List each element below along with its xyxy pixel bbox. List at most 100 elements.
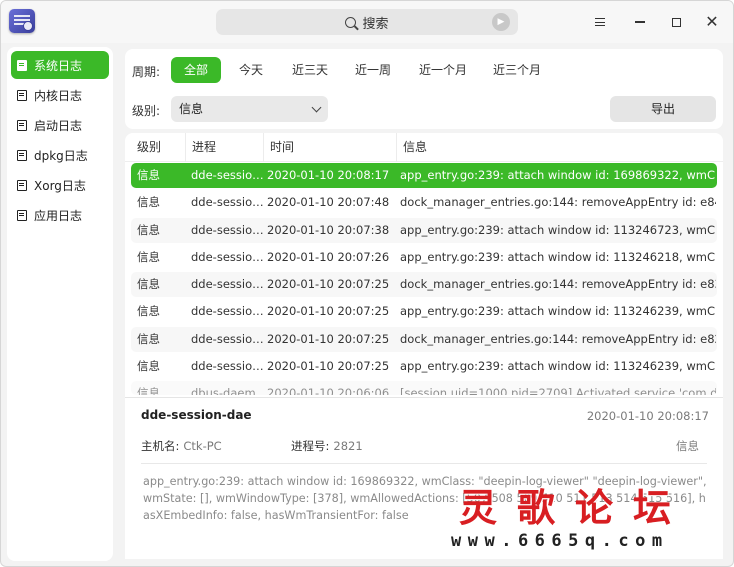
cell-process: dde-sessio…	[191, 222, 263, 237]
document-icon	[17, 119, 27, 131]
close-icon: ✕	[705, 12, 719, 31]
sidebar-item-app-log[interactable]: 应用日志	[11, 201, 109, 229]
cell-level: 信息	[137, 331, 160, 346]
cell-info: app_entry.go:239: attach window id: 1132…	[400, 359, 716, 374]
watermark-title: 灵歌论坛	[459, 485, 692, 530]
detail-level: 信息	[676, 439, 699, 453]
export-button[interactable]: 导出	[610, 96, 716, 122]
chevron-down-icon	[311, 102, 322, 113]
cell-info: [session uid=1000 pid=2709] Activated se…	[400, 386, 716, 396]
table-row[interactable]: 信息 dde-sessio… 2020-01-10 20:08:17 app_entr…	[131, 163, 717, 188]
cell-info: app_entry.go:239: attach window id: 1132…	[400, 222, 716, 237]
voice-search-icon[interactable]: ▶	[492, 13, 510, 31]
minimize-icon	[635, 21, 645, 23]
cell-process: dbus-daem…	[191, 386, 263, 396]
title-bar: 搜索 ▶ ✕	[1, 1, 733, 43]
sidebar-item-label: 启动日志	[34, 118, 83, 133]
cell-info: app_entry.go:239: attach window id: 1132…	[400, 249, 716, 264]
cell-info: dock_manager_entries.go:144: removeAppEn…	[400, 277, 716, 292]
detail-process-name: dde-session-dae	[141, 408, 252, 422]
period-all-button[interactable]: 全部	[171, 57, 221, 83]
level-select[interactable]: 信息	[171, 96, 328, 122]
period-3months-button[interactable]: 近三个月	[487, 57, 547, 83]
maximize-button[interactable]	[665, 11, 687, 33]
detail-host: 主机名: Ctk-PC	[141, 438, 222, 454]
detail-pid-label: 进程号:	[291, 439, 330, 453]
sidebar-item-label: 内核日志	[34, 88, 83, 103]
log-viewer-window: 搜索 ▶ ✕ 系统日志 内核日志 启动日志 dpkg日志 Xorg日志 应用日志…	[0, 0, 734, 567]
column-header-level[interactable]: 级别	[131, 133, 185, 162]
sidebar-item-label: 系统日志	[34, 58, 83, 73]
document-icon	[17, 209, 27, 221]
cell-info: app_entry.go:239: attach window id: 1132…	[400, 304, 716, 319]
level-label: 级别:	[132, 104, 161, 118]
cell-process: dde-sessio…	[191, 168, 263, 182]
sidebar-item-boot-log[interactable]: 启动日志	[11, 111, 109, 139]
cell-process: dde-sessio…	[191, 304, 263, 319]
cell-time: 2020-01-10 20:07:25	[267, 277, 390, 292]
minimize-button[interactable]	[629, 11, 651, 33]
cell-time: 2020-01-10 20:07:25	[267, 304, 390, 319]
sidebar-item-xorg-log[interactable]: Xorg日志	[11, 171, 109, 199]
cell-level: 信息	[137, 222, 160, 237]
cell-time: 2020-01-10 20:08:17	[267, 168, 390, 182]
cell-process: dde-sessio…	[191, 249, 263, 264]
menu-icon	[595, 18, 605, 26]
sidebar-item-label: 应用日志	[34, 208, 83, 223]
search-icon	[345, 16, 357, 28]
detail-pid-value: 2821	[333, 439, 363, 453]
table-row[interactable]: 信息 dde-sessio… 2020-01-10 20:07:25 app_entr…	[131, 299, 717, 325]
detail-host-label: 主机名:	[141, 439, 180, 453]
table-row[interactable]: 信息 dde-sessio… 2020-01-10 20:07:26 app_entr…	[131, 244, 717, 270]
document-icon	[17, 59, 27, 71]
table-row[interactable]: 信息 dde-sessio… 2020-01-10 20:07:25 dock_man…	[131, 326, 717, 352]
cell-level: 信息	[137, 359, 160, 374]
period-month-button[interactable]: 近一个月	[413, 57, 473, 83]
sidebar-item-system-log[interactable]: 系统日志	[11, 51, 109, 79]
divider	[141, 463, 707, 464]
table-row[interactable]: 信息 dbus-daem… 2020-01-10 20:06:06 [session …	[131, 381, 717, 396]
cell-level: 信息	[137, 249, 160, 264]
sidebar-item-dpkg-log[interactable]: dpkg日志	[11, 141, 109, 169]
cell-time: 2020-01-10 20:07:26	[267, 249, 390, 264]
cell-info: dock_manager_entries.go:144: removeAppEn…	[400, 331, 716, 346]
column-header-process[interactable]: 进程	[185, 133, 263, 162]
watermark-url: www.6665q.com	[451, 531, 669, 551]
close-button[interactable]: ✕	[701, 11, 723, 33]
search-placeholder: 搜索	[362, 16, 389, 32]
cell-level: 信息	[137, 277, 160, 292]
cell-info: app_entry.go:239: attach window id: 1698…	[400, 168, 716, 182]
cell-time: 2020-01-10 20:07:25	[267, 331, 390, 346]
cell-level: 信息	[137, 195, 160, 210]
period-3days-button[interactable]: 近三天	[286, 57, 334, 83]
cell-process: dde-sessio…	[191, 331, 263, 346]
sidebar-item-label: dpkg日志	[34, 148, 88, 163]
table-row[interactable]: 信息 dde-sessio… 2020-01-10 20:07:38 app_entr…	[131, 217, 717, 243]
table-row[interactable]: 信息 dde-sessio… 2020-01-10 20:07:25 dock_man…	[131, 272, 717, 298]
cell-time: 2020-01-10 20:07:48	[267, 195, 390, 210]
cell-level: 信息	[137, 168, 160, 182]
table-row[interactable]: 信息 dde-sessio… 2020-01-10 20:07:25 app_entr…	[131, 354, 717, 380]
column-header-info[interactable]: 信息	[396, 133, 717, 162]
detail-time: 2020-01-10 20:08:17	[586, 409, 709, 423]
search-input[interactable]: 搜索 ▶	[216, 9, 518, 35]
document-icon	[17, 149, 27, 161]
table-row[interactable]: 信息 dde-sessio… 2020-01-10 20:07:48 dock_man…	[131, 190, 717, 216]
cell-process: dde-sessio…	[191, 277, 263, 292]
column-header-time[interactable]: 时间	[263, 133, 396, 162]
app-logo-icon	[9, 9, 35, 33]
document-icon	[17, 179, 27, 191]
sidebar-item-kernel-log[interactable]: 内核日志	[11, 81, 109, 109]
period-today-button[interactable]: 今天	[233, 57, 269, 83]
cell-process: dde-sessio…	[191, 195, 263, 210]
table-header: 级别 进程 时间 信息	[125, 133, 723, 162]
sidebar: 系统日志 内核日志 启动日志 dpkg日志 Xorg日志 应用日志	[7, 47, 113, 561]
cell-info: dock_manager_entries.go:144: removeAppEn…	[400, 195, 716, 210]
cell-level: 信息	[137, 304, 160, 319]
cell-time: 2020-01-10 20:07:25	[267, 359, 390, 374]
cell-time: 2020-01-10 20:07:38	[267, 222, 390, 237]
level-select-value: 信息	[179, 102, 204, 116]
menu-button[interactable]	[589, 11, 611, 33]
document-icon	[17, 89, 27, 101]
period-week-button[interactable]: 近一周	[349, 57, 397, 83]
